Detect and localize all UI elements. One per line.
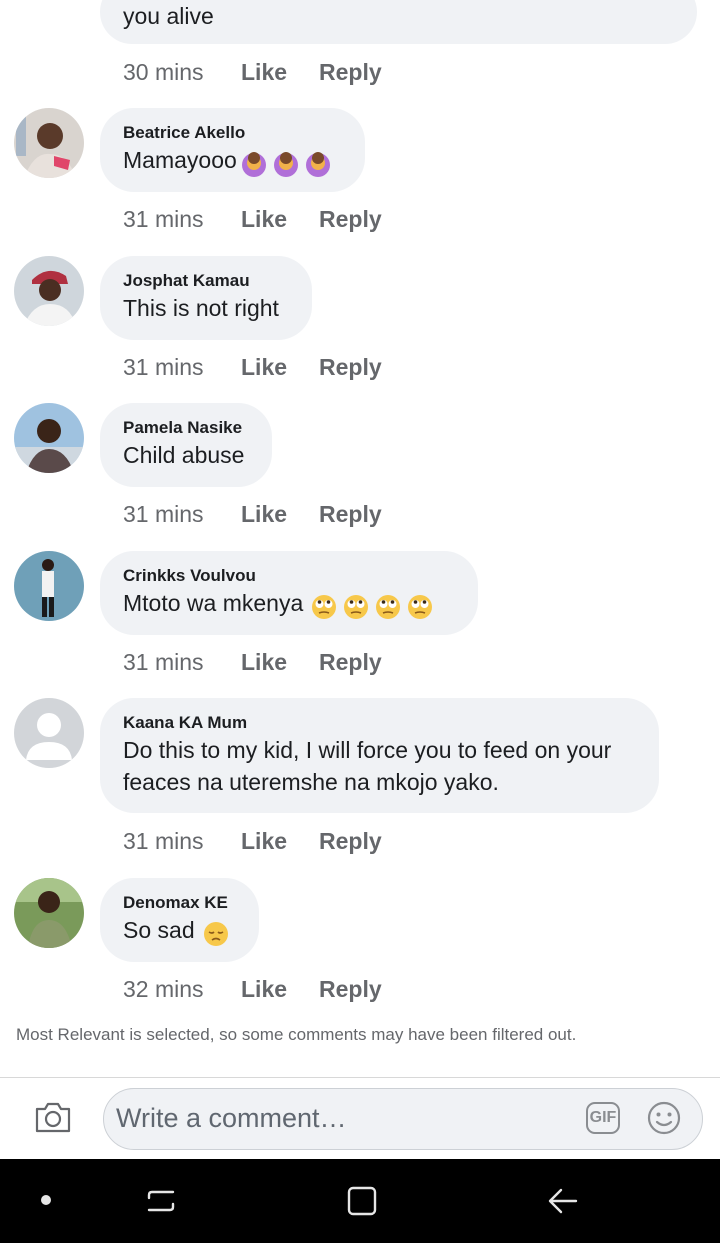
rolling-eyes-emoji <box>311 594 337 620</box>
comment-text-line: feaces na uteremshe na mkojo yako. <box>123 769 499 795</box>
comment-time: 32 mins <box>123 976 204 1002</box>
commenter-name[interactable]: Beatrice Akello <box>123 122 342 144</box>
avatar[interactable] <box>14 403 84 473</box>
comment-bubble: Josphat Kamau This is not right <box>100 256 312 340</box>
commenter-name[interactable]: Josphat Kamau <box>123 270 289 292</box>
camera-icon[interactable] <box>34 1100 72 1134</box>
reply-button[interactable]: Reply <box>319 205 382 233</box>
like-button[interactable]: Like <box>241 205 319 233</box>
comment-input[interactable]: Write a comment… GIF <box>103 1088 703 1150</box>
comment-time: 31 mins <box>123 206 204 232</box>
avatar[interactable] <box>14 108 84 178</box>
rolling-eyes-emoji <box>375 594 401 620</box>
home-icon[interactable] <box>346 1185 378 1217</box>
comment-text: This is not right <box>123 295 279 321</box>
avatar[interactable] <box>14 551 84 621</box>
comment-bubble: Pamela Nasike Child abuse <box>100 403 272 487</box>
avatar[interactable] <box>14 256 84 326</box>
comment-input-placeholder: Write a comment… <box>116 1103 347 1133</box>
comment-bubble: Denomax KE So sad <box>100 878 259 962</box>
like-button[interactable]: Like <box>241 827 319 855</box>
comment-text: Mamayooo <box>123 147 237 173</box>
comment-bubble: Beatrice Akello Mamayooo <box>100 108 365 192</box>
comment-text: Mtoto wa mkenya <box>123 590 304 616</box>
reply-button[interactable]: Reply <box>319 975 382 1003</box>
emoji-group <box>311 589 439 621</box>
reply-button[interactable]: Reply <box>319 500 382 528</box>
rolling-eyes-emoji <box>343 594 369 620</box>
smiley-icon[interactable] <box>647 1101 681 1135</box>
comment-text: you alive <box>123 3 214 29</box>
rolling-eyes-emoji <box>407 594 433 620</box>
person-gesturing-emoji <box>305 151 331 177</box>
like-button[interactable]: Like <box>241 648 319 676</box>
filter-note: Most Relevant is selected, so some comme… <box>16 1025 577 1044</box>
commenter-name[interactable]: Pamela Nasike <box>123 417 249 439</box>
comment-time: 31 mins <box>123 501 204 527</box>
pensive-face-emoji <box>203 921 229 947</box>
comment-text: So sad <box>123 917 195 943</box>
recent-apps-icon[interactable] <box>145 1185 177 1217</box>
reply-button[interactable]: Reply <box>319 827 382 855</box>
comment-composer: Write a comment… GIF <box>0 1077 720 1160</box>
comment-bubble: you alive <box>100 0 697 44</box>
gif-icon[interactable]: GIF <box>586 1102 620 1134</box>
back-icon[interactable] <box>546 1184 580 1218</box>
emoji-group <box>203 916 235 948</box>
like-button[interactable]: Like <box>241 975 319 1003</box>
like-button[interactable]: Like <box>241 58 319 86</box>
comment-text: Child abuse <box>123 442 245 468</box>
person-gesturing-emoji <box>241 151 267 177</box>
comment-time: 31 mins <box>123 649 204 675</box>
person-gesturing-emoji <box>273 151 299 177</box>
comment-time: 31 mins <box>123 828 204 854</box>
like-button[interactable]: Like <box>241 500 319 528</box>
commenter-name[interactable]: Crinkks Voulvou <box>123 565 455 587</box>
comment-bubble: Crinkks Voulvou Mtoto wa mkenya <box>100 551 478 635</box>
comment-meta: 31 mins Like Reply <box>123 827 382 855</box>
commenter-name[interactable]: Denomax KE <box>123 892 236 914</box>
comment-meta: 30 mins Like Reply <box>123 58 382 86</box>
like-button[interactable]: Like <box>241 353 319 381</box>
comment-text-line: Do this to my kid, I will force you to f… <box>123 737 612 763</box>
comment-bubble: Kaana KA Mum Do this to my kid, I will f… <box>100 698 659 813</box>
avatar[interactable] <box>14 878 84 948</box>
comment-time: 31 mins <box>123 354 204 380</box>
system-navigation-bar <box>0 1159 720 1243</box>
reply-button[interactable]: Reply <box>319 353 382 381</box>
avatar[interactable] <box>14 698 84 768</box>
comment-meta: 31 mins Like Reply <box>123 500 382 528</box>
dot-icon[interactable] <box>41 1195 51 1205</box>
comment-meta: 31 mins Like Reply <box>123 205 382 233</box>
emoji-group <box>241 146 337 178</box>
reply-button[interactable]: Reply <box>319 648 382 676</box>
comment-time: 30 mins <box>123 59 204 85</box>
commenter-name[interactable]: Kaana KA Mum <box>123 712 636 734</box>
reply-button[interactable]: Reply <box>319 58 382 86</box>
comment-meta: 31 mins Like Reply <box>123 353 382 381</box>
comment-meta: 31 mins Like Reply <box>123 648 382 676</box>
comment-meta: 32 mins Like Reply <box>123 975 382 1003</box>
